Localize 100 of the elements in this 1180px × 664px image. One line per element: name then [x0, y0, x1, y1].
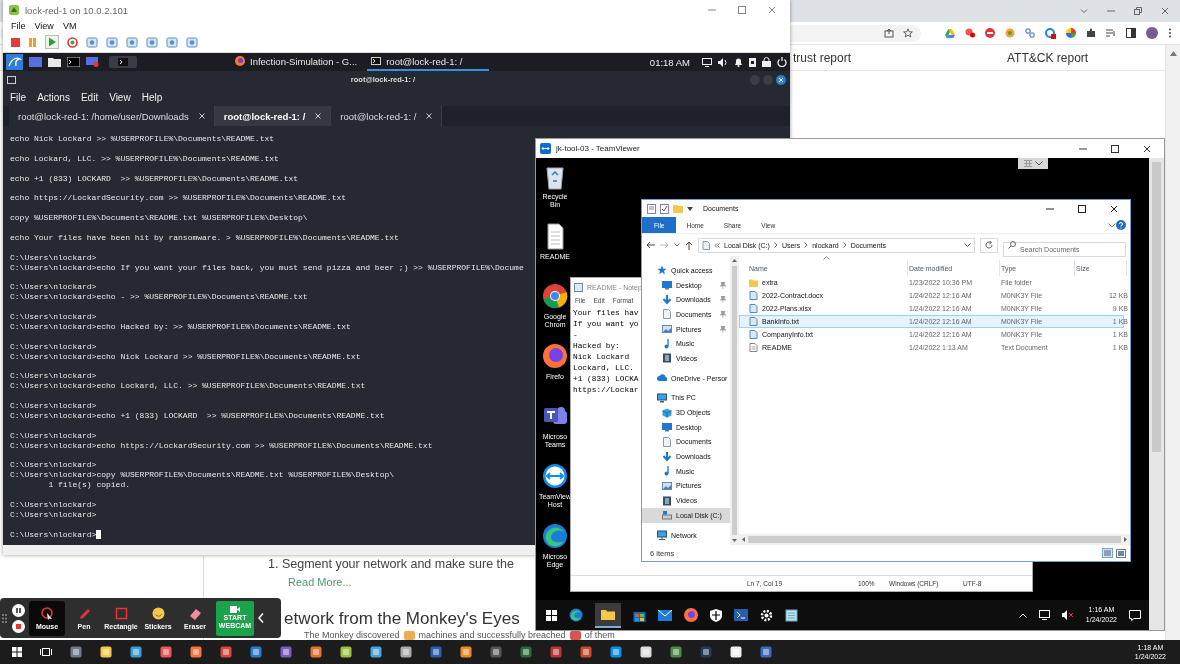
app-icon[interactable] — [310, 646, 322, 658]
shield-icon[interactable] — [710, 608, 722, 622]
menu-item[interactable]: Edit — [80, 91, 99, 103]
drag-handle-icon[interactable] — [2, 613, 7, 623]
app-icon[interactable] — [160, 646, 172, 658]
chevron-left-icon[interactable] — [258, 613, 264, 623]
color-wheel-icon[interactable] — [1066, 28, 1076, 38]
toolbar-icon[interactable] — [146, 36, 158, 48]
toolbar-icon[interactable] — [186, 36, 198, 48]
browser-icon[interactable] — [542, 343, 568, 370]
scrollbar[interactable] — [1149, 158, 1164, 630]
mail-icon[interactable] — [658, 609, 672, 621]
browser-icon[interactable] — [569, 608, 583, 622]
menu-item[interactable]: File — [10, 91, 27, 103]
screen-record-icon[interactable] — [86, 57, 99, 67]
display-icon[interactable] — [702, 57, 712, 67]
app-icon[interactable] — [430, 646, 442, 658]
chevron-down-icon[interactable] — [674, 243, 680, 247]
app-icon[interactable] — [640, 646, 652, 658]
close-button[interactable] — [776, 74, 786, 85]
extension-icon[interactable] — [965, 28, 975, 38]
app-icon[interactable] — [100, 646, 112, 658]
terminal-tab[interactable]: root@lock-red-1: / — [214, 106, 332, 126]
taskbar-task[interactable]: Infection-Simulation - G... — [231, 53, 362, 71]
app-icon[interactable] — [220, 646, 232, 658]
terminal-tab[interactable]: root@lock-red-1: /home/user/Downloads — [9, 106, 215, 126]
lock-icon[interactable] — [762, 57, 771, 67]
app-icon[interactable] — [250, 646, 262, 658]
terminal-tab[interactable]: root@lock-red-1: / — [331, 106, 443, 126]
extension-icon[interactable] — [985, 28, 995, 38]
refresh-button[interactable] — [980, 237, 998, 253]
terminal-icon[interactable] — [67, 57, 80, 67]
stop-icon[interactable] — [12, 619, 25, 633]
star-icon[interactable] — [903, 28, 913, 38]
restore-icon[interactable] — [1134, 7, 1142, 15]
menu-item[interactable]: Help — [141, 91, 163, 103]
app-icon[interactable] — [670, 646, 682, 658]
app-menu-icon[interactable] — [6, 54, 23, 70]
app-icon[interactable] — [340, 646, 352, 658]
app-icon[interactable] — [580, 646, 592, 658]
browser-icon[interactable] — [542, 283, 568, 310]
menu-item[interactable]: View — [34, 21, 54, 31]
horizontal-scrollbar[interactable] — [739, 534, 1130, 545]
browser-icon[interactable] — [542, 523, 568, 550]
app-icon[interactable] — [70, 646, 82, 658]
gear-icon[interactable] — [760, 608, 773, 622]
toolbar-icon[interactable] — [86, 36, 98, 48]
task-view-icon[interactable] — [40, 647, 52, 657]
share-icon[interactable] — [884, 28, 894, 38]
folder-icon[interactable] — [48, 57, 61, 67]
taskbar-task[interactable]: root@lock-red-1: / — [367, 53, 490, 71]
app-icon[interactable] — [610, 646, 622, 658]
link-icon[interactable] — [1025, 28, 1035, 38]
large-icons-view-icon[interactable] — [1116, 548, 1126, 558]
app-icon[interactable] — [490, 646, 502, 658]
up-arrow-icon[interactable] — [685, 240, 693, 250]
app-icon[interactable] — [370, 646, 382, 658]
volume-icon[interactable] — [718, 57, 728, 67]
start-icon[interactable] — [546, 609, 557, 621]
app-icon[interactable] — [550, 646, 562, 658]
menu-item[interactable]: VM — [62, 21, 77, 31]
app-icon[interactable] — [190, 646, 202, 658]
network-icon[interactable] — [1038, 610, 1050, 620]
app-icon[interactable] — [730, 646, 742, 658]
remote-arrows-icon[interactable] — [542, 463, 568, 490]
app-icon[interactable] — [520, 646, 532, 658]
menu-item[interactable]: View — [109, 91, 131, 103]
puzzle-icon[interactable] — [1086, 28, 1096, 38]
battery-icon[interactable] — [749, 57, 756, 67]
toolbar-icon[interactable] — [126, 36, 138, 48]
app-icon[interactable] — [460, 646, 472, 658]
playlist-icon[interactable] — [1106, 28, 1116, 38]
notification-icon[interactable] — [1129, 609, 1141, 621]
notepad-icon[interactable] — [785, 608, 798, 622]
pause-icon[interactable] — [12, 603, 25, 617]
chevron-down-icon[interactable] — [964, 243, 971, 247]
toolbar-handle[interactable] — [1018, 158, 1048, 169]
speaker-muted-icon[interactable] — [1061, 610, 1074, 620]
maximize-icon[interactable] — [1111, 144, 1119, 153]
app-icon[interactable] — [130, 646, 142, 658]
maximize-icon[interactable] — [1078, 204, 1086, 213]
toolbar-icon[interactable] — [166, 36, 178, 48]
more-icon[interactable] — [1168, 28, 1172, 38]
profile-avatar[interactable] — [1146, 27, 1158, 39]
restart-icon[interactable] — [67, 36, 78, 48]
menu-item[interactable]: Actions — [37, 91, 70, 103]
play-icon[interactable] — [45, 35, 59, 49]
triangle-logo-icon[interactable] — [945, 28, 955, 38]
read-more-link[interactable]: Read More... — [288, 575, 352, 589]
vertical-scrollbar[interactable] — [730, 256, 739, 545]
app-icon[interactable] — [400, 646, 412, 658]
terminal-icon[interactable] — [734, 609, 748, 621]
extension-icon[interactable] — [1045, 27, 1056, 39]
menu-item[interactable]: File — [11, 21, 26, 31]
power-icon[interactable] — [777, 57, 787, 67]
side-panel-icon[interactable] — [1126, 28, 1136, 38]
taskbar-button[interactable] — [595, 602, 621, 628]
toolbar-icon[interactable] — [106, 36, 118, 48]
app-icon[interactable] — [760, 646, 772, 658]
extension-icon[interactable] — [1005, 28, 1015, 38]
